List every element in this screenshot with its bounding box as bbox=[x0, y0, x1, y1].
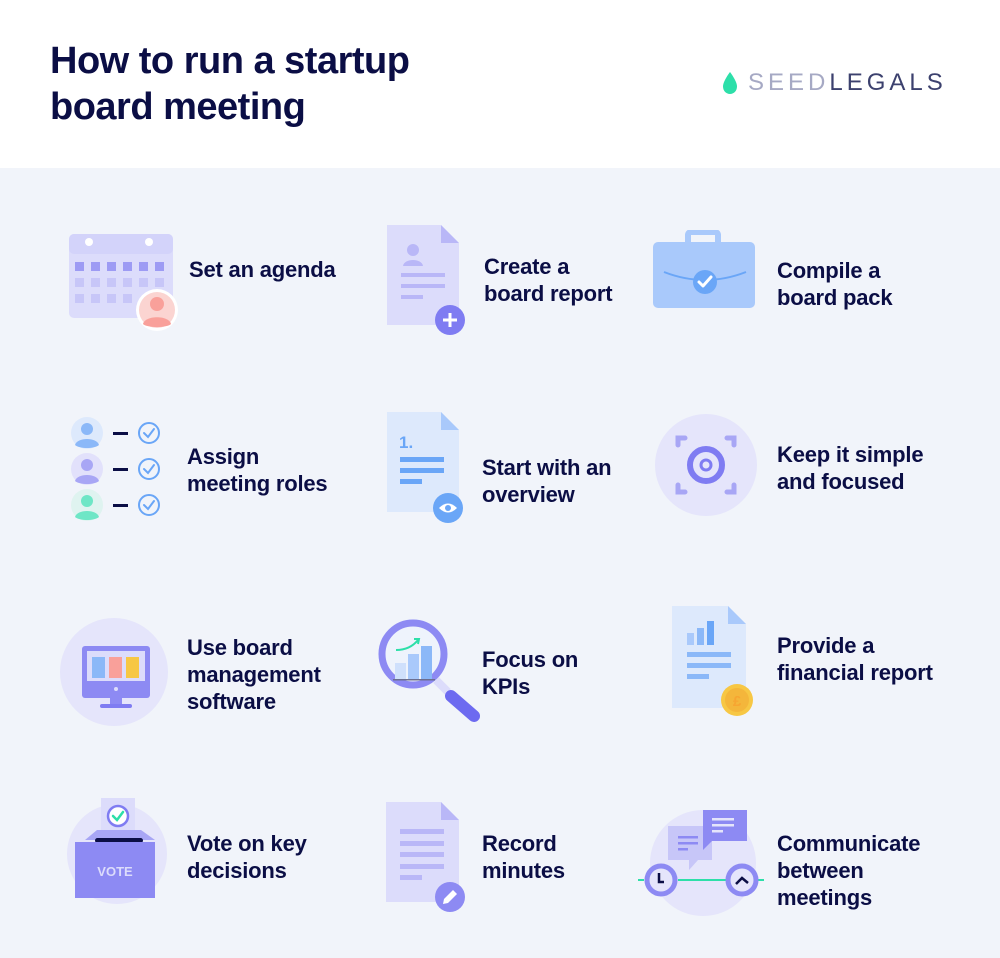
label-line: Use board bbox=[187, 635, 293, 660]
title-line-2: board meeting bbox=[50, 86, 306, 128]
label-line: board report bbox=[484, 281, 613, 306]
monitor-icon bbox=[60, 618, 168, 726]
chat-clock-icon bbox=[638, 810, 764, 916]
seedlegals-logo: SEEDLEGALS bbox=[722, 69, 947, 97]
step-compile-board-pack: Compile a board pack bbox=[650, 230, 960, 370]
step-keep-simple: Keep it simple and focused bbox=[655, 413, 965, 553]
step-start-overview: 1. Start with an overview bbox=[385, 410, 695, 550]
step-focus-kpis: Focus on KPIs bbox=[378, 618, 688, 758]
label-line: KPIs bbox=[482, 674, 531, 699]
step-label: Communicate between meetings bbox=[777, 830, 920, 911]
currency-symbol: £ bbox=[733, 693, 742, 710]
step-vote-decisions: VOTE Vote on key decisions bbox=[65, 796, 375, 936]
label-line: meetings bbox=[777, 885, 872, 910]
step-label: Compile a board pack bbox=[777, 257, 893, 311]
label-line: between bbox=[777, 858, 864, 883]
title-line-1: How to run a startup bbox=[50, 40, 410, 82]
label-line: overview bbox=[482, 482, 575, 507]
label-line: minutes bbox=[482, 858, 565, 883]
steps-grid: Set an agenda Create a board report Comp… bbox=[0, 168, 1000, 958]
drop-icon bbox=[723, 72, 737, 94]
step-label: Create a board report bbox=[484, 253, 613, 307]
label-line: Assign bbox=[187, 444, 260, 469]
logo-seed: SEED bbox=[748, 69, 830, 96]
step-board-software: Use board management software bbox=[60, 618, 370, 758]
label-line: Create a bbox=[484, 254, 570, 279]
logo-legals: LEGALS bbox=[829, 69, 947, 96]
label-line: meeting roles bbox=[187, 471, 328, 496]
step-label: Use board management software bbox=[187, 634, 321, 715]
document-number: 1. bbox=[399, 433, 413, 452]
header: How to run a startup board meeting SEEDL… bbox=[0, 0, 1000, 168]
label-line: Provide a bbox=[777, 633, 875, 658]
step-label: Record minutes bbox=[482, 830, 565, 884]
step-label: Provide a financial report bbox=[777, 632, 933, 686]
label-line: management bbox=[187, 662, 321, 687]
step-assign-roles: Assign meeting roles bbox=[70, 413, 380, 553]
calendar-icon bbox=[69, 234, 178, 331]
label-line: and focused bbox=[777, 469, 905, 494]
magnifier-chart-icon bbox=[378, 619, 480, 722]
document-pound-icon: £ bbox=[672, 606, 753, 716]
step-label: Focus on KPIs bbox=[482, 646, 578, 700]
step-label: Set an agenda bbox=[189, 256, 336, 283]
page-title: How to run a startup board meeting bbox=[50, 38, 510, 130]
step-label: Vote on key decisions bbox=[187, 830, 307, 884]
step-label: Start with an overview bbox=[482, 454, 612, 508]
step-create-board-report: Create a board report bbox=[385, 223, 695, 363]
step-financial-report: £ Provide a financial report bbox=[672, 606, 982, 746]
logo-text: SEEDLEGALS bbox=[748, 69, 947, 97]
label-line: Communicate bbox=[777, 831, 921, 856]
label-line: Keep it simple bbox=[777, 442, 924, 467]
step-label: Assign meeting roles bbox=[187, 443, 328, 497]
label-line: Start with an bbox=[482, 455, 612, 480]
label-line: financial report bbox=[777, 660, 933, 685]
ballot-box-icon: VOTE bbox=[67, 798, 167, 904]
step-label: Keep it simple and focused bbox=[777, 441, 924, 495]
label-line: Set an agenda bbox=[189, 257, 336, 282]
vote-text: VOTE bbox=[97, 864, 133, 879]
label-line: Record bbox=[482, 831, 557, 856]
label-line: Compile a bbox=[777, 258, 881, 283]
label-line: Vote on key bbox=[187, 831, 307, 856]
briefcase-check-icon bbox=[653, 230, 755, 308]
label-line: decisions bbox=[187, 858, 287, 883]
step-communicate: Communicate between meetings bbox=[636, 808, 946, 948]
assign-roles-icon bbox=[71, 417, 160, 521]
label-line: board pack bbox=[777, 285, 893, 310]
label-line: software bbox=[187, 689, 276, 714]
focus-target-icon bbox=[655, 414, 757, 516]
label-line: Focus on bbox=[482, 647, 579, 672]
step-set-agenda: Set an agenda bbox=[65, 228, 375, 368]
